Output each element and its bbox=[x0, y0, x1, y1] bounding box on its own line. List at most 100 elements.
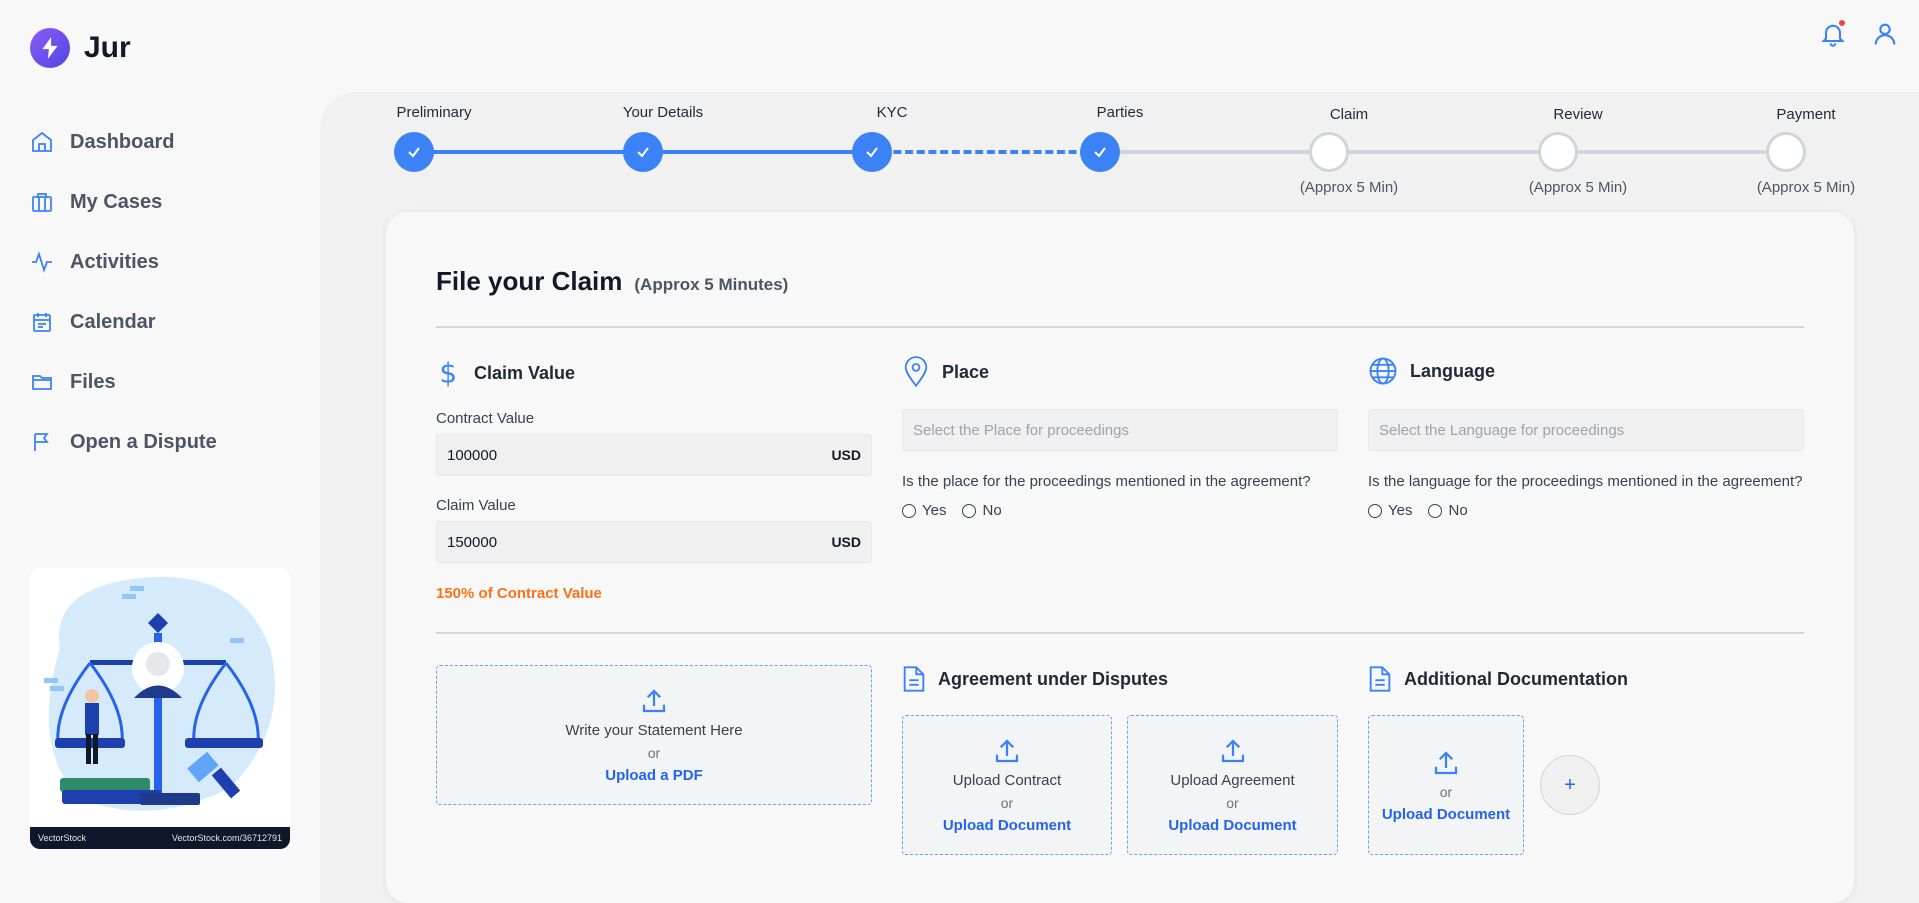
sidebar-item-open-dispute[interactable]: Open a Dispute bbox=[30, 412, 217, 472]
app-logo[interactable]: Jur bbox=[30, 28, 131, 68]
step-payment-circle[interactable] bbox=[1766, 132, 1806, 172]
step-label: Review bbox=[1553, 106, 1603, 123]
logo-icon bbox=[30, 28, 70, 68]
credit-brand: VectorStock bbox=[38, 833, 87, 843]
contract-value-input[interactable]: 100000 USD bbox=[436, 434, 872, 476]
step-kyc[interactable]: KYC bbox=[832, 104, 952, 121]
section-title: Place bbox=[942, 361, 990, 382]
stepper-remaining-line bbox=[1100, 150, 1786, 154]
claim-value-label: Claim Value bbox=[436, 497, 516, 514]
step-duration: (Approx 5 Min) bbox=[1528, 179, 1628, 196]
flag-icon bbox=[34, 433, 49, 451]
step-claim-circle[interactable] bbox=[1309, 132, 1349, 172]
app-name: Jur bbox=[84, 31, 131, 64]
step-review-sub: (Approx 5 Min) bbox=[1518, 179, 1638, 196]
sidebar-item-my-cases[interactable]: My Cases bbox=[30, 172, 217, 232]
add-document-button[interactable]: + bbox=[1540, 755, 1600, 815]
upload-contract[interactable]: Upload Contract or Upload Document bbox=[902, 715, 1112, 855]
sidebar-item-dashboard[interactable]: Dashboard bbox=[30, 112, 217, 172]
step-label: KYC bbox=[876, 104, 908, 121]
claim-value-heading: $ Claim Value bbox=[436, 358, 575, 388]
step-duration: (Approx 5 Min) bbox=[1756, 179, 1856, 196]
step-label: Preliminary bbox=[396, 104, 472, 121]
place-select[interactable]: Select the Place for proceedings bbox=[902, 409, 1338, 451]
step-your-details-check-icon[interactable] bbox=[623, 132, 663, 172]
language-yes-radio[interactable]: Yes bbox=[1368, 502, 1412, 519]
agreement-heading: Agreement under Disputes bbox=[902, 665, 1168, 693]
step-payment[interactable]: Payment bbox=[1746, 106, 1866, 123]
sidebar-item-label: Files bbox=[70, 370, 116, 393]
step-claim-sub: (Approx 5 Min) bbox=[1289, 179, 1409, 196]
upload-prompt: Write your Statement Here bbox=[565, 722, 743, 739]
radio-label: No bbox=[1448, 502, 1468, 519]
document-icon bbox=[1369, 666, 1391, 692]
upload-document-link[interactable]: Upload Document bbox=[1382, 806, 1510, 823]
step-preliminary[interactable]: Preliminary bbox=[374, 104, 494, 121]
location-pin-icon bbox=[904, 356, 928, 388]
select-placeholder: Select the Language for proceedings bbox=[1379, 421, 1625, 439]
upload-prompt: Upload Contract bbox=[952, 772, 1062, 789]
briefcase-icon bbox=[32, 193, 52, 212]
upload-icon bbox=[1434, 750, 1458, 774]
radio-label: No bbox=[982, 502, 1002, 519]
radio-circle bbox=[902, 503, 916, 518]
language-no-radio[interactable]: No bbox=[1428, 502, 1468, 519]
sidebar-item-label: Calendar bbox=[70, 310, 156, 333]
step-label: Claim bbox=[1329, 106, 1369, 123]
sidebar-item-activities[interactable]: Activities bbox=[30, 232, 217, 292]
section-title: Agreement under Disputes bbox=[938, 668, 1169, 689]
step-duration: (Approx 5 Min) bbox=[1299, 179, 1399, 196]
step-kyc-check-icon[interactable] bbox=[852, 132, 892, 172]
step-your-details[interactable]: Your Details bbox=[603, 104, 723, 121]
calendar-icon bbox=[33, 313, 51, 332]
upload-or: or bbox=[1000, 795, 1014, 811]
language-select[interactable]: Select the Language for proceedings bbox=[1368, 409, 1804, 451]
upload-pdf-link[interactable]: Upload a PDF bbox=[605, 767, 703, 784]
claim-form-card: File your Claim (Approx 5 Minutes) $ Cla… bbox=[386, 212, 1854, 903]
language-radio-group: Yes No bbox=[1368, 502, 1468, 519]
page-title: File your Claim bbox=[436, 266, 623, 296]
place-yes-radio[interactable]: Yes bbox=[902, 502, 946, 519]
document-icon bbox=[903, 666, 925, 692]
upload-icon bbox=[642, 689, 666, 713]
step-parties-check-icon[interactable] bbox=[1080, 132, 1120, 172]
step-review[interactable]: Review bbox=[1518, 106, 1638, 123]
step-review-circle[interactable] bbox=[1538, 132, 1578, 172]
upload-document-link[interactable]: Upload Document bbox=[1168, 817, 1296, 834]
sidebar-item-files[interactable]: Files bbox=[30, 352, 217, 412]
statement-upload[interactable]: Write your Statement Here or Upload a PD… bbox=[436, 665, 872, 805]
language-heading: Language bbox=[1368, 356, 1495, 386]
upload-additional-document[interactable]: or Upload Document bbox=[1368, 715, 1524, 855]
radio-circle bbox=[1368, 503, 1382, 518]
user-icon[interactable] bbox=[1871, 20, 1899, 48]
upload-agreement[interactable]: Upload Agreement or Upload Document bbox=[1127, 715, 1338, 855]
step-label: Your Details bbox=[622, 104, 704, 121]
step-label: Parties bbox=[1096, 104, 1144, 121]
step-claim[interactable]: Claim bbox=[1289, 106, 1409, 123]
sidebar-item-calendar[interactable]: Calendar bbox=[30, 292, 217, 352]
upload-icon bbox=[995, 739, 1019, 763]
notification-dot bbox=[1839, 20, 1845, 26]
bell-icon[interactable] bbox=[1819, 20, 1847, 48]
upload-document-link[interactable]: Upload Document bbox=[943, 817, 1071, 834]
folder-icon bbox=[32, 375, 52, 390]
step-preliminary-check-icon[interactable] bbox=[394, 132, 434, 172]
divider bbox=[436, 326, 1804, 328]
radio-label: Yes bbox=[1388, 502, 1413, 519]
place-radio-group: Yes No bbox=[902, 502, 1002, 519]
input-value: 150000 bbox=[447, 533, 498, 551]
claim-value-input[interactable]: 150000 USD bbox=[436, 521, 872, 563]
section-title: Additional Documentation bbox=[1404, 668, 1628, 689]
step-parties[interactable]: Parties bbox=[1060, 104, 1180, 121]
currency-label: USD bbox=[831, 534, 861, 550]
currency-label: USD bbox=[831, 447, 861, 463]
divider bbox=[436, 632, 1804, 634]
language-question: Is the language for the proceedings ment… bbox=[1368, 473, 1803, 490]
sidebar-item-label: Activities bbox=[70, 250, 159, 273]
place-no-radio[interactable]: No bbox=[962, 502, 1002, 519]
input-value: 100000 bbox=[447, 446, 498, 464]
home-icon bbox=[32, 131, 52, 152]
svg-text:$: $ bbox=[439, 358, 457, 388]
section-title: Language bbox=[1410, 360, 1496, 381]
additional-docs-heading: Additional Documentation bbox=[1368, 665, 1628, 693]
